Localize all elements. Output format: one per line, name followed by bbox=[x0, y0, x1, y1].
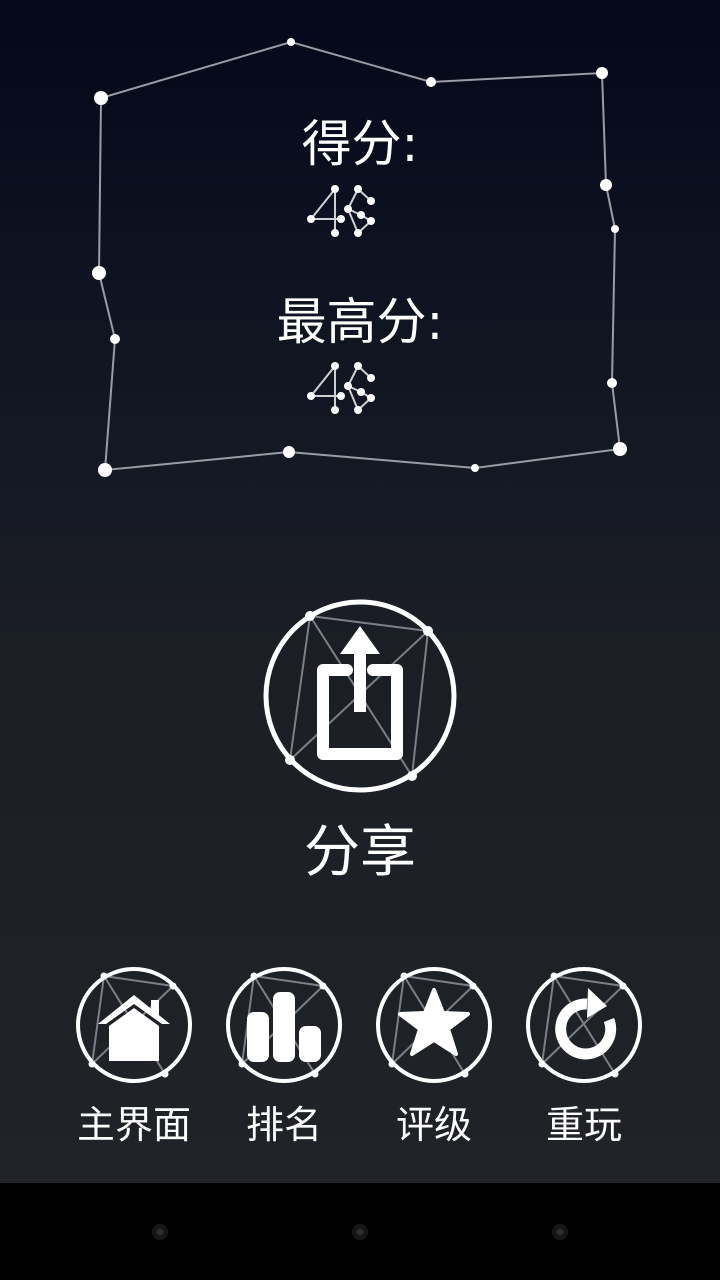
ranking-label: 排名 bbox=[245, 1103, 322, 1147]
score-value bbox=[307, 185, 375, 237]
bar-chart-icon bbox=[247, 992, 321, 1062]
system-navigation-bar bbox=[0, 1183, 720, 1280]
ranking-button[interactable]: 排名 bbox=[209, 966, 359, 1156]
home-label: 主界面 bbox=[76, 1103, 191, 1147]
home-icon bbox=[98, 995, 170, 1061]
share-button[interactable] bbox=[262, 598, 458, 794]
score-digit bbox=[344, 362, 375, 414]
constellation-frame bbox=[92, 38, 627, 477]
rating-label: 评级 bbox=[395, 1103, 472, 1147]
home-system-button[interactable] bbox=[352, 1224, 368, 1240]
score-digit bbox=[307, 185, 345, 237]
best-score-label: 最高分: bbox=[276, 293, 444, 351]
score-digit bbox=[344, 185, 375, 237]
best-score-value bbox=[307, 362, 375, 414]
replay-button[interactable]: 重玩 bbox=[509, 966, 659, 1156]
home-button[interactable]: 主界面 bbox=[59, 966, 209, 1156]
score-label: 得分: bbox=[301, 115, 419, 173]
recent-apps-button[interactable] bbox=[552, 1224, 568, 1240]
share-label: 分享 bbox=[304, 820, 416, 885]
game-over-screen: 得分: 最高分: 分享 主界面 排名 评级 重玩 bbox=[0, 0, 720, 1280]
rating-button[interactable]: 评级 bbox=[359, 966, 509, 1156]
back-button[interactable] bbox=[152, 1224, 168, 1240]
replay-label: 重玩 bbox=[545, 1103, 622, 1147]
score-digit bbox=[307, 362, 345, 414]
